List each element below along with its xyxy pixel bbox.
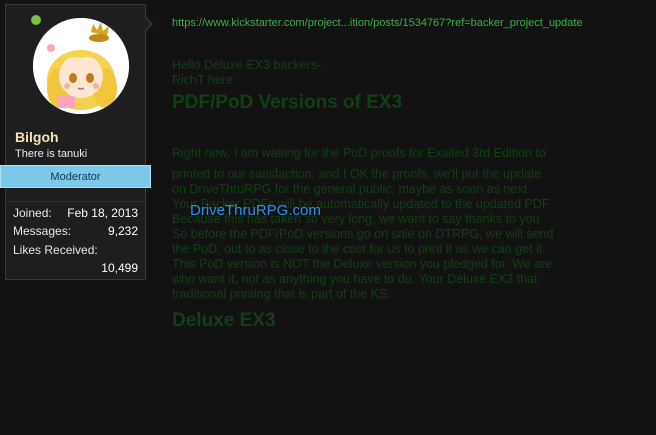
post-line: So before the PDF/PoD versions go on sal… [172,227,554,241]
stat-messages-label: Messages: [13,224,72,238]
moderator-badge-label: Moderator [50,170,101,183]
stat-joined-label: Joined: [13,206,52,220]
post-line: This PoD version is NOT the Deluxe versi… [172,257,553,271]
stat-likes-label: Likes Received: [13,243,98,257]
username[interactable]: Bilgoh [15,129,59,145]
drivethrurpg-link[interactable]: DriveThruRPG.com [190,202,321,219]
post-heading-2: Deluxe EX3 [172,310,276,331]
user-card: Bilgoh There is tanuki Moderator Joined:… [0,4,151,280]
post-signoff: RichT here: [172,73,237,87]
post-line: the PoD, out to as close to the cost for… [172,242,543,256]
moderator-badge: Moderator [0,165,151,188]
post-greeting: Hello Deluxe EX3 backers- [172,58,322,72]
post-heading: PDF/PoD Versions of EX3 [172,92,403,113]
kickstarter-link[interactable]: https://www.kickstarter.com/project...it… [172,17,583,29]
post-line: on DriveThruRPG for the general public, … [172,182,528,196]
user-title: There is tanuki [15,148,88,160]
stats-divider [6,201,145,202]
online-status-icon [31,15,41,25]
avatar[interactable] [33,18,129,114]
post-line: traditional printing that is part of the… [172,287,391,301]
stat-joined-value: Feb 18, 2013 [67,206,138,220]
stat-messages-value[interactable]: 9,232 [108,224,138,238]
post-body: Hello Deluxe EX3 backers- RichT here: PD… [172,58,656,334]
post-line: printed to our satisfaction, and I OK th… [172,167,542,181]
avatar-image [33,18,129,114]
stat-likes-value: 10,499 [101,261,138,275]
post-line: who want it, not as anything you have to… [172,272,538,286]
card-pointer-arrow-inner [144,17,151,31]
post-line: Right now, I am waiting for the PoD proo… [172,146,546,160]
